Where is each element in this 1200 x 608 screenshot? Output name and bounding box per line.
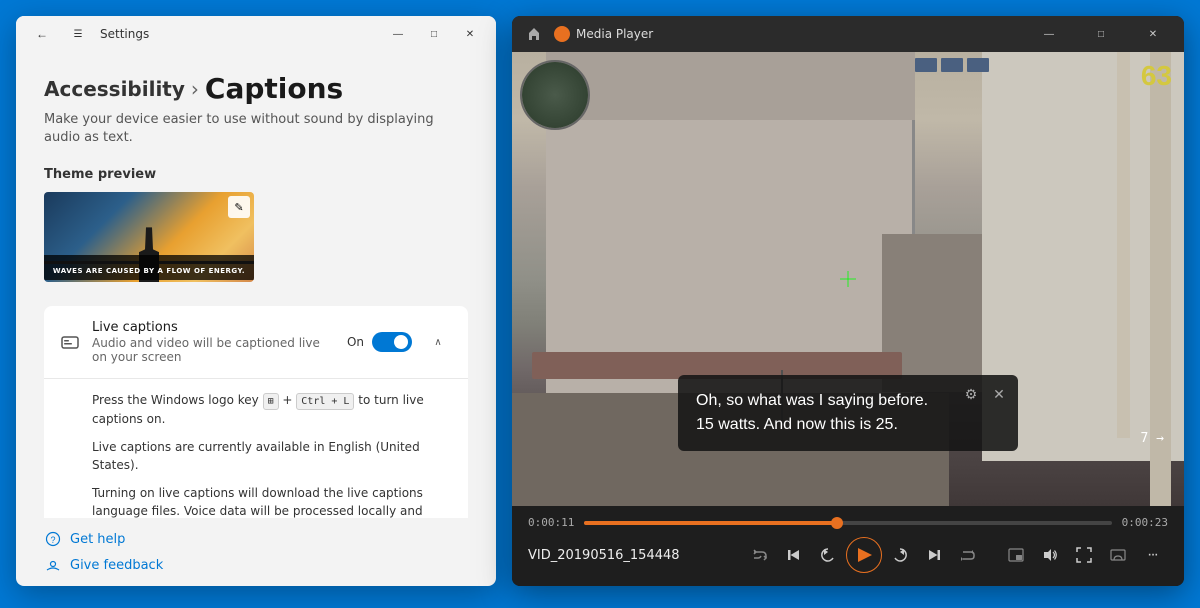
hud-icon-2 xyxy=(941,58,963,72)
preview-caption-text: WAVES ARE CAUSED BY A FLOW OF ENERGY. xyxy=(53,267,245,275)
breadcrumb-separator: › xyxy=(191,77,199,101)
menu-button[interactable]: ☰ xyxy=(64,20,92,48)
back-button[interactable]: ← xyxy=(28,20,56,48)
hud-ammo: 7 → xyxy=(1141,431,1164,446)
live-captions-card: Live captions Audio and video will be ca… xyxy=(44,306,468,518)
theme-preview-image: WAVES ARE CAUSED BY A FLOW OF ENERGY. ✎ xyxy=(44,192,254,282)
toggle-thumb xyxy=(394,335,408,349)
media-player-window: Media Player — □ ✕ xyxy=(512,16,1184,586)
live-captions-icon xyxy=(60,332,80,352)
progress-bar[interactable] xyxy=(584,521,1111,525)
get-help-label: Get help xyxy=(70,532,125,547)
repeat-button[interactable] xyxy=(952,539,984,571)
preview-caption-bar: WAVES ARE CAUSED BY A FLOW OF ENERGY. xyxy=(44,255,254,280)
live-captions-expanded: Press the Windows logo key ⊞ + Ctrl + L … xyxy=(44,379,468,518)
mini-player-button[interactable] xyxy=(1000,539,1032,571)
skip-back-button[interactable] xyxy=(812,539,844,571)
live-captions-row: Live captions Audio and video will be ca… xyxy=(44,306,468,379)
more-options-button[interactable]: ··· xyxy=(1136,539,1168,571)
settings-window: ← ☰ Settings — □ ✕ Accessibility › Capti… xyxy=(16,16,496,586)
live-captions-expand-button[interactable]: ∧ xyxy=(424,328,452,356)
controls-right: ··· xyxy=(1000,539,1168,571)
edit-pencil-icon: ✎ xyxy=(234,201,243,214)
live-captions-content: Live captions Audio and video will be ca… xyxy=(92,320,335,364)
theme-preview-edit-button[interactable]: ✎ xyxy=(228,196,250,218)
play-pause-button[interactable] xyxy=(846,537,882,573)
svg-text:?: ? xyxy=(50,535,55,545)
breadcrumb: Accessibility › Captions xyxy=(44,72,468,105)
hud-top-icons xyxy=(915,58,989,72)
prev-track-button[interactable] xyxy=(778,539,810,571)
live-captions-title: Live captions xyxy=(92,320,335,335)
media-close-button[interactable]: ✕ xyxy=(1130,16,1176,52)
hud-score: 63 xyxy=(1141,60,1172,92)
give-feedback-label: Give feedback xyxy=(70,558,163,573)
fullscreen-button[interactable] xyxy=(1068,539,1100,571)
cast-button[interactable] xyxy=(1102,539,1134,571)
privacy-info: Turning on live captions will download t… xyxy=(92,484,452,518)
caption-close-button[interactable]: ✕ xyxy=(988,383,1010,405)
shortcut-info: Press the Windows logo key ⊞ + Ctrl + L … xyxy=(92,391,452,428)
curtain-fold-2 xyxy=(1117,52,1130,438)
progress-thumb xyxy=(831,517,843,529)
live-captions-toggle[interactable] xyxy=(372,332,412,352)
settings-content: Accessibility › Captions Make your devic… xyxy=(16,52,496,518)
hud-icon-1 xyxy=(915,58,937,72)
minimap-inner xyxy=(522,62,588,128)
media-maximize-button[interactable]: □ xyxy=(1078,16,1124,52)
close-button[interactable]: ✕ xyxy=(456,20,484,48)
theme-preview-container: Theme preview WAVES ARE CAUSED BY A FLOW… xyxy=(44,167,468,282)
time-total: 0:00:23 xyxy=(1122,516,1168,529)
minimize-button[interactable]: — xyxy=(384,20,412,48)
give-feedback-icon xyxy=(44,556,62,574)
breadcrumb-current: Captions xyxy=(205,72,343,105)
language-info: Live captions are currently available in… xyxy=(92,438,452,474)
settings-description: Make your device easier to use without s… xyxy=(44,111,468,147)
settings-titlebar: ← ☰ Settings — □ ✕ xyxy=(16,16,496,52)
hud-icon-3 xyxy=(967,58,989,72)
give-feedback-link[interactable]: Give feedback xyxy=(44,556,468,574)
media-titlebar: Media Player — □ ✕ xyxy=(512,16,1184,52)
volume-button[interactable] xyxy=(1034,539,1066,571)
caption-line1: Oh, so what was I saying before. xyxy=(696,389,1000,413)
get-help-icon: ? xyxy=(44,530,62,548)
time-current: 0:00:11 xyxy=(528,516,574,529)
theme-preview-label: Theme preview xyxy=(44,167,468,182)
play-icon xyxy=(858,548,872,562)
media-filename: VID_20190516_154448 xyxy=(528,548,728,563)
titlebar-title: Settings xyxy=(100,27,376,41)
hud-crosshair xyxy=(840,271,856,287)
next-track-button[interactable] xyxy=(918,539,950,571)
skip-fwd-button[interactable] xyxy=(884,539,916,571)
caption-settings-button[interactable]: ⚙ xyxy=(960,383,982,405)
controls-center xyxy=(728,537,1000,573)
shuffle-button[interactable] xyxy=(744,539,776,571)
progress-fill xyxy=(584,521,837,525)
media-home-button[interactable] xyxy=(520,20,548,48)
media-buttons-row: VID_20190516_154448 xyxy=(528,533,1168,577)
media-video-area: 63 7 → Oh, so what was I saying before. … xyxy=(512,52,1184,506)
maximize-button[interactable]: □ xyxy=(420,20,448,48)
get-help-link[interactable]: ? Get help xyxy=(44,530,468,548)
hud-minimap xyxy=(520,60,590,130)
windows-key-badge: ⊞ xyxy=(263,393,279,410)
ctrl-l-key-badge: Ctrl + L xyxy=(296,393,354,410)
live-captions-toggle-container: On xyxy=(347,332,412,352)
settings-footer: ? Get help Give feedback xyxy=(16,518,496,586)
wall-top-detail xyxy=(546,52,916,120)
caption-line2: 15 watts. And now this is 25. xyxy=(696,413,1000,437)
game-scene: 63 7 → Oh, so what was I saying before. … xyxy=(512,52,1184,506)
progress-bar-container: 0:00:11 0:00:23 xyxy=(528,506,1168,533)
caption-overlay: Oh, so what was I saying before. 15 watt… xyxy=(678,375,1018,451)
breadcrumb-parent[interactable]: Accessibility xyxy=(44,77,185,101)
media-controls: 0:00:11 0:00:23 VID_20190516_154448 xyxy=(512,506,1184,586)
desktop: ← ☰ Settings — □ ✕ Accessibility › Capti… xyxy=(0,0,1200,608)
media-app-icon xyxy=(554,26,570,42)
live-captions-subtitle: Audio and video will be captioned live o… xyxy=(92,336,335,364)
toggle-on-label: On xyxy=(347,335,364,349)
media-minimize-button[interactable]: — xyxy=(1026,16,1072,52)
media-titlebar-title: Media Player xyxy=(576,27,1020,41)
